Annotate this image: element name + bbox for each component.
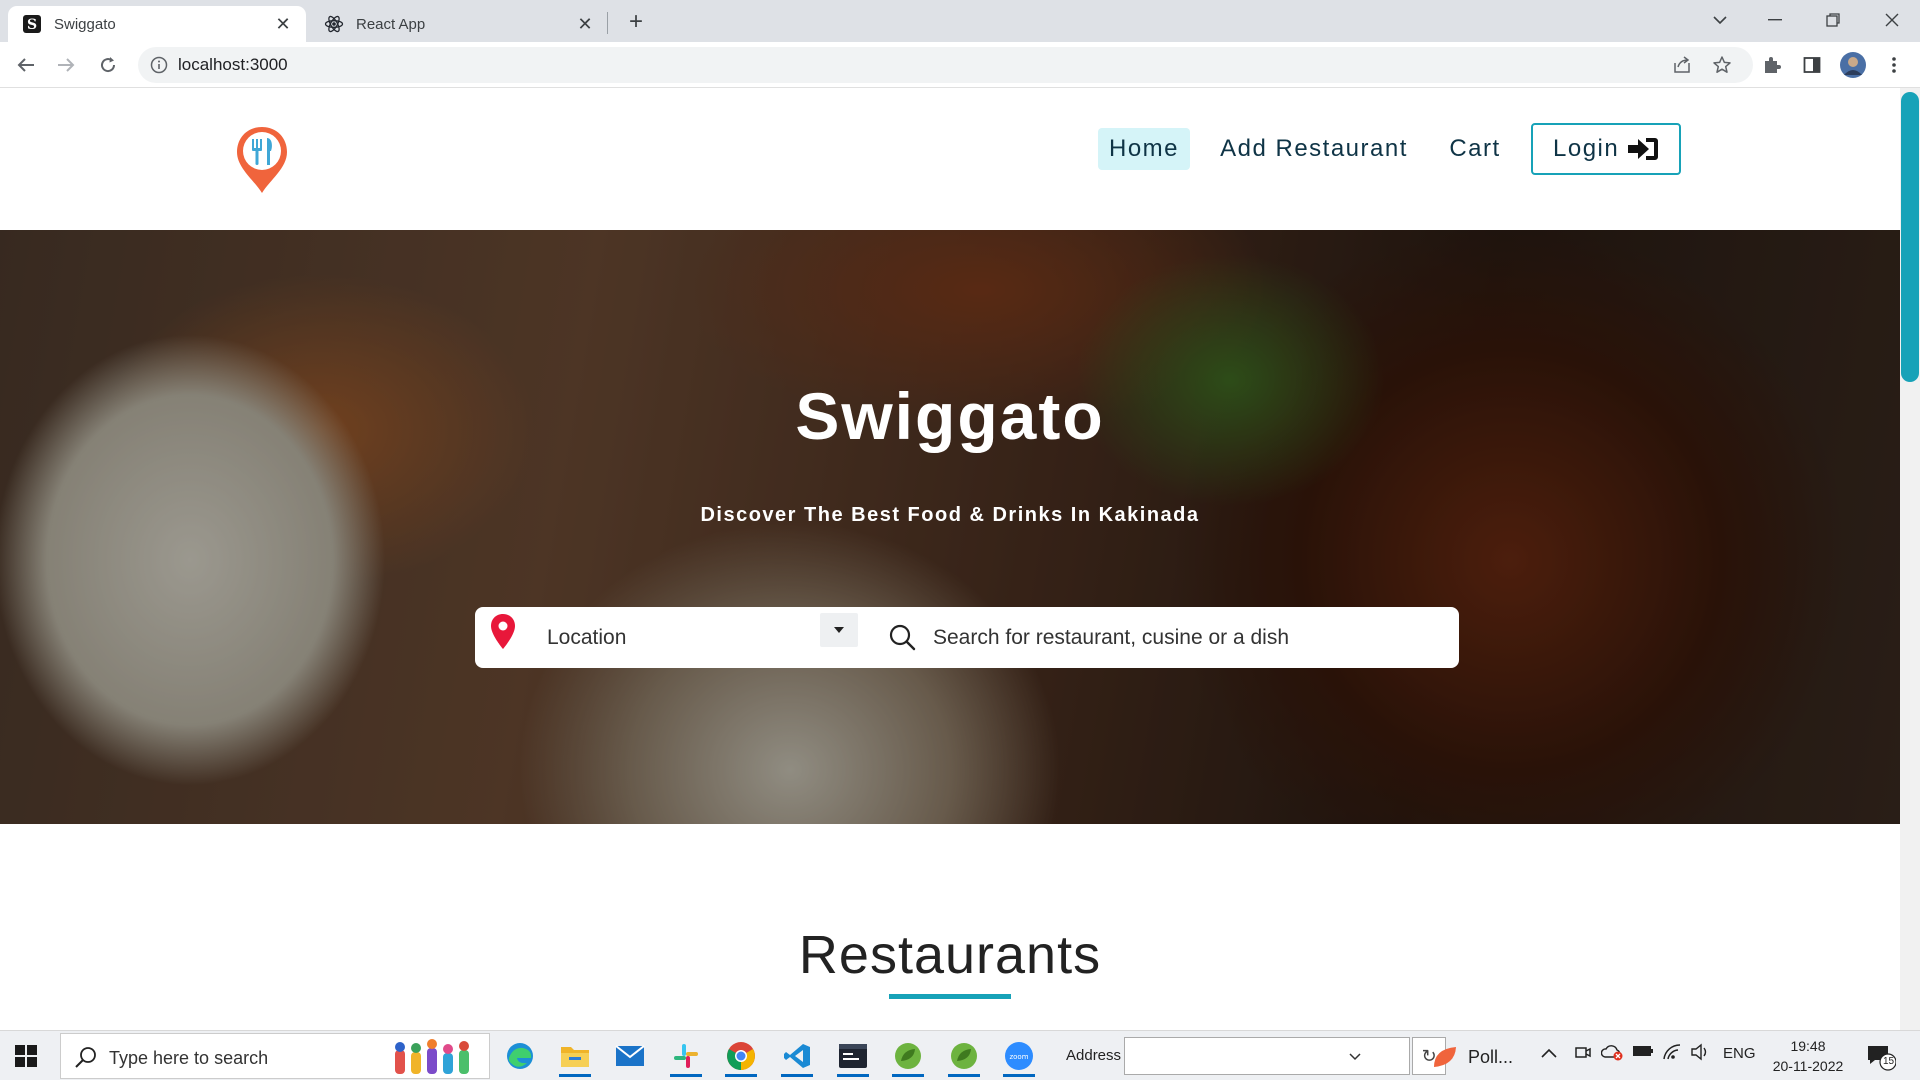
tab-title: React App (356, 15, 426, 33)
restaurants-heading: Restaurants (798, 925, 1102, 985)
reload-icon[interactable] (92, 49, 124, 81)
tab-swiggato[interactable]: S Swiggato ✕ (8, 6, 306, 42)
location-dropdown-chevron-down-icon[interactable] (820, 613, 858, 647)
search-input[interactable]: Search for restaurant, cusine or a dish (933, 626, 1289, 650)
close-tab-icon[interactable]: ✕ (576, 14, 594, 34)
address-bar[interactable]: localhost:3000 (138, 47, 1753, 83)
location-select[interactable]: Location (547, 626, 626, 650)
notification-center-icon[interactable]: 15 (1866, 1043, 1897, 1071)
sign-in-icon (1628, 138, 1659, 160)
login-button[interactable]: Login (1531, 123, 1681, 175)
close-window-button[interactable] (1864, 0, 1920, 40)
meet-now-icon[interactable] (1574, 1043, 1592, 1065)
url-text: localhost:3000 (178, 55, 288, 74)
spring-tool-suite-2-icon[interactable] (942, 1035, 986, 1077)
zoom-icon[interactable]: zoom (997, 1035, 1041, 1077)
language-indicator[interactable]: ENG (1723, 1045, 1756, 1062)
clock-time: 19:48 (1790, 1038, 1826, 1054)
site-header: Home Add Restaurant Cart Login (0, 88, 1900, 230)
bookmark-star-icon[interactable] (1711, 54, 1733, 76)
login-label: Login (1553, 135, 1620, 162)
slack-icon[interactable] (664, 1035, 708, 1077)
svg-text:S: S (27, 17, 37, 33)
browser-tab-strip: S Swiggato ✕ React App ✕ + (0, 0, 1920, 42)
notification-count-badge: 15 (1882, 1056, 1895, 1067)
poll-label: Poll... (1468, 1046, 1514, 1067)
extensions-puzzle-icon[interactable] (1756, 49, 1788, 81)
search-bar: Location Search for restaurant, cusine o… (475, 607, 1459, 668)
tab-title: Swiggato (54, 15, 116, 33)
file-explorer-icon[interactable] (553, 1035, 597, 1077)
swiggato-logo-icon[interactable] (234, 124, 290, 196)
tab-separator (607, 12, 608, 34)
battery-icon[interactable] (1632, 1044, 1654, 1062)
vscode-icon[interactable] (775, 1035, 819, 1077)
restore-button[interactable] (1805, 0, 1861, 40)
clock-date: 20-11-2022 (1772, 1058, 1844, 1074)
react-favicon-icon (324, 14, 344, 34)
hero-overlay (0, 230, 1900, 824)
forward-arrow-icon[interactable] (50, 49, 82, 81)
edge-browser-icon[interactable] (498, 1035, 542, 1077)
browser-toolbar: localhost:3000 (0, 42, 1920, 88)
profile-avatar[interactable] (1837, 49, 1869, 81)
new-tab-button[interactable]: + (622, 8, 650, 36)
minimize-button[interactable] (1747, 0, 1803, 40)
mail-icon[interactable] (608, 1035, 652, 1077)
nav-cart[interactable]: Cart (1440, 128, 1510, 170)
leaf-icon (1434, 1047, 1456, 1067)
taskbar-search-placeholder: Type here to search (109, 1048, 269, 1068)
back-arrow-icon[interactable] (10, 49, 42, 81)
show-hidden-icons-chevron-up-icon[interactable] (1541, 1045, 1557, 1062)
onedrive-error-icon[interactable] (1600, 1043, 1623, 1065)
volume-icon[interactable] (1690, 1043, 1710, 1065)
chevron-down-icon[interactable] (1349, 1053, 1361, 1061)
search-icon (75, 1046, 97, 1068)
nav-add-restaurant[interactable]: Add Restaurant (1210, 128, 1418, 170)
side-panel-icon[interactable] (1796, 49, 1828, 81)
mysql-shell-icon[interactable] (831, 1035, 875, 1077)
share-icon[interactable] (1671, 54, 1693, 76)
search-icon (888, 623, 916, 651)
heading-underline (889, 994, 1011, 999)
search-highlight-icon (391, 1038, 481, 1076)
wifi-icon[interactable] (1662, 1043, 1682, 1065)
close-tab-icon[interactable]: ✕ (274, 14, 292, 34)
hero-title: Swiggato (795, 379, 1105, 453)
site-info-icon[interactable] (150, 56, 168, 74)
spring-tool-suite-icon[interactable] (886, 1035, 930, 1077)
tab-react-app[interactable]: React App ✕ (310, 6, 608, 42)
chrome-icon[interactable] (719, 1035, 763, 1077)
page-scrollbar-thumb[interactable] (1901, 92, 1919, 382)
browser-menu-icon[interactable] (1878, 49, 1910, 81)
hero-banner: Swiggato Discover The Best Food & Drinks… (0, 230, 1900, 824)
address-toolbar-label: Address (1066, 1047, 1122, 1064)
svg-text:zoom: zoom (1009, 1053, 1028, 1061)
pollinator-widget[interactable]: Poll... (1432, 1045, 1513, 1069)
address-toolbar-input[interactable] (1124, 1037, 1410, 1075)
tab-search-chevron-icon[interactable] (1692, 0, 1748, 40)
web-page: Home Add Restaurant Cart Login Swiggato … (0, 88, 1900, 1030)
windows-start-icon[interactable] (14, 1044, 38, 1068)
windows-taskbar: Type here to search zoom Address ↻ Poll.… (0, 1030, 1920, 1080)
hero-subtitle: Discover The Best Food & Drinks In Kakin… (700, 504, 1200, 526)
system-clock[interactable]: 19:48 20-11-2022 (1766, 1036, 1850, 1076)
nav-home[interactable]: Home (1098, 128, 1190, 170)
swiggato-favicon-icon: S (22, 14, 42, 34)
location-pin-icon (489, 613, 517, 651)
taskbar-search-box[interactable]: Type here to search (60, 1033, 490, 1079)
